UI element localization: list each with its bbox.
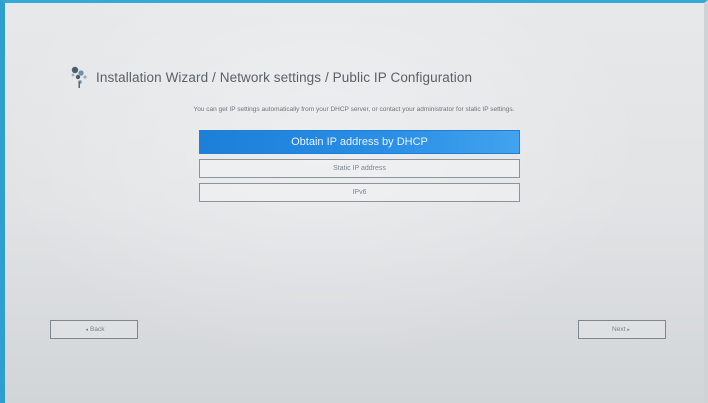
back-button-label: Back xyxy=(90,326,105,333)
tree-logo-icon xyxy=(66,64,94,90)
page-header: Installation Wizard / Network settings /… xyxy=(66,64,472,90)
dhcp-option-label: Obtain IP address by DHCP xyxy=(291,136,428,148)
dhcp-option-button[interactable]: Obtain IP address by DHCP xyxy=(199,130,520,154)
next-arrow-icon: ▸ xyxy=(627,326,630,333)
wizard-screen xyxy=(5,3,704,403)
page-title: Installation Wizard / Network settings /… xyxy=(96,69,473,85)
ipv6-option-button[interactable]: IPv6 xyxy=(199,183,520,202)
next-button-label: Next xyxy=(612,326,626,333)
static-ip-option-label: Static IP address xyxy=(333,165,386,172)
back-button[interactable]: ◂ Back xyxy=(50,320,138,339)
ipv6-option-label: IPv6 xyxy=(352,189,367,196)
static-ip-option-button[interactable]: Static IP address xyxy=(199,159,520,178)
instructions-text: You can get IP settings automatically fr… xyxy=(193,106,515,113)
next-button[interactable]: Next ▸ xyxy=(578,320,666,339)
back-arrow-icon: ◂ xyxy=(85,326,89,333)
